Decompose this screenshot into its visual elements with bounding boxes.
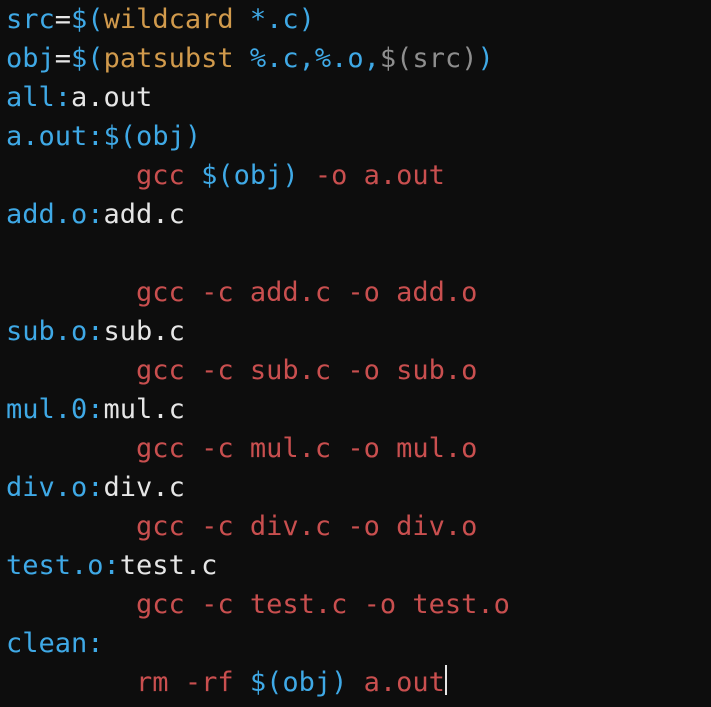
var-name: src — [6, 4, 55, 35]
cmd-arg: $(obj) — [185, 160, 315, 191]
code-line: gcc -c sub.c -o sub.o — [6, 355, 477, 386]
cmd: gcc -c div.c -o div.o — [136, 511, 477, 542]
prereq: sub.c — [104, 316, 185, 347]
code-line: sub.o:sub.c — [6, 316, 185, 347]
code-line: rm -rf $(obj) a.out — [6, 667, 447, 698]
target: div.o: — [6, 472, 104, 503]
indent — [6, 589, 136, 620]
text-cursor — [445, 665, 447, 695]
code-line: gcc -c add.c -o add.o — [6, 277, 477, 308]
cmd: gcc — [136, 160, 185, 191]
cmd-arg: a.out — [364, 667, 445, 698]
dollar-paren: $( — [71, 43, 104, 74]
target: sub.o: — [6, 316, 104, 347]
code-line: obj=$(patsubst %.c,%.o,$(src)) — [6, 43, 494, 74]
indent — [6, 433, 136, 464]
cmd: gcc -c add.c -o add.o — [136, 277, 477, 308]
indent — [6, 160, 136, 191]
target: a.out: — [6, 121, 104, 152]
cmd: gcc -c test.c -o test.o — [136, 589, 510, 620]
code-line: test.o:test.c — [6, 550, 217, 581]
paren-close: ) — [477, 43, 493, 74]
code-line: gcc $(obj) -o a.out — [6, 160, 445, 191]
target: add.o: — [6, 199, 104, 230]
cmd: rm -rf — [136, 667, 234, 698]
var-name: obj — [6, 43, 55, 74]
code-line: gcc -c mul.c -o mul.o — [6, 433, 477, 464]
cmd: gcc -c sub.c -o sub.o — [136, 355, 477, 386]
target: clean: — [6, 628, 104, 659]
code-line: gcc -c test.c -o test.o — [6, 589, 510, 620]
code-line: src=$(wildcard *.c) — [6, 4, 315, 35]
makefile-code-block: src=$(wildcard *.c) obj=$(patsubst %.c,%… — [0, 0, 711, 702]
cmd-arg: $(obj) — [234, 667, 364, 698]
target: test.o: — [6, 550, 120, 581]
prereq: test.c — [120, 550, 218, 581]
code-line: a.out:$(obj) — [6, 121, 201, 152]
equals: = — [55, 4, 71, 35]
func-args: %.c,%.o, — [234, 43, 380, 74]
code-line: add.o:add.c — [6, 199, 185, 230]
prereq: div.c — [104, 472, 185, 503]
cmd-flag: -o a.out — [315, 160, 445, 191]
paren-close: ) — [299, 4, 315, 35]
cmd: gcc -c mul.c -o mul.o — [136, 433, 477, 464]
indent — [6, 667, 136, 698]
func-wildcard: wildcard — [104, 4, 234, 35]
prereq: add.c — [104, 199, 185, 230]
code-line: all:a.out — [6, 82, 152, 113]
indent — [6, 277, 136, 308]
var-ref: $(src) — [380, 43, 478, 74]
func-args: *.c — [234, 4, 299, 35]
indent — [6, 355, 136, 386]
code-line: gcc -c div.c -o div.o — [6, 511, 477, 542]
indent — [6, 511, 136, 542]
code-line: clean: — [6, 628, 104, 659]
target: all: — [6, 82, 71, 113]
func-patsubst: patsubst — [104, 43, 234, 74]
target: mul.0: — [6, 394, 104, 425]
prereq: a.out — [71, 82, 152, 113]
equals: = — [55, 43, 71, 74]
prereq: $(obj) — [104, 121, 202, 152]
dollar-paren: $( — [71, 4, 104, 35]
code-line: div.o:div.c — [6, 472, 185, 503]
prereq: mul.c — [104, 394, 185, 425]
code-line: mul.0:mul.c — [6, 394, 185, 425]
